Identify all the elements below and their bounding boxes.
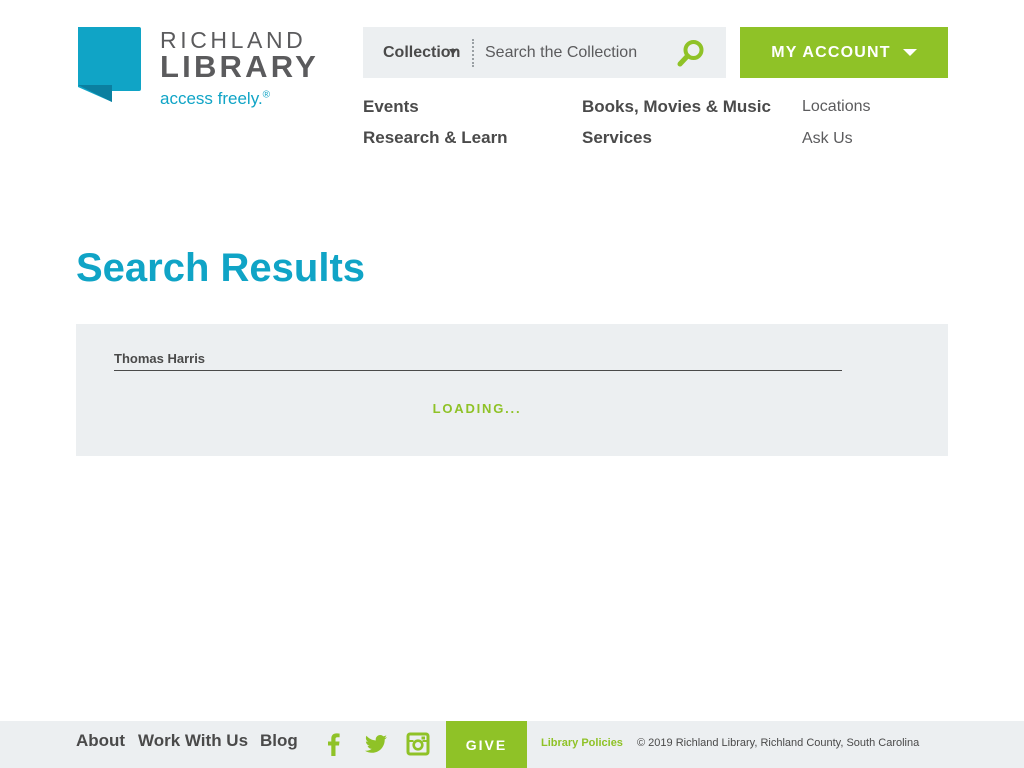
loading-status: LOADING... [432, 401, 522, 416]
twitter-icon[interactable] [364, 732, 388, 756]
facebook-glyph [328, 733, 340, 756]
caret-down-icon [902, 49, 917, 56]
search-button[interactable] [675, 37, 707, 69]
nav-services-link[interactable]: Services [582, 128, 652, 148]
give-button[interactable]: GIVE [446, 721, 527, 768]
nav-events-link[interactable]: Events [363, 97, 419, 117]
twitter-glyph [365, 735, 387, 753]
logo-text-library: LIBRARY [160, 49, 320, 84]
footer-blog-link[interactable]: Blog [260, 731, 298, 751]
instagram-glyph [406, 732, 430, 756]
nav-research-learn-link[interactable]: Research & Learn [363, 128, 508, 148]
copyright-text: © 2019 Richland Library, Richland County… [637, 737, 920, 749]
nav-books-movies-music-link[interactable]: Books, Movies & Music [582, 97, 771, 117]
footer-about-link[interactable]: About [76, 731, 125, 751]
search-input[interactable] [485, 37, 665, 68]
footer-work-with-us-link[interactable]: Work With Us [138, 731, 248, 751]
nav-locations-link[interactable]: Locations [802, 98, 871, 116]
my-account-button[interactable]: MY ACCOUNT [740, 27, 948, 78]
page-title: Search Results [76, 246, 366, 290]
search-icon [677, 40, 704, 67]
caret-down-icon [449, 49, 457, 55]
query-underline [114, 370, 842, 371]
collection-search-bar: Collection [363, 27, 726, 78]
facebook-icon[interactable] [322, 732, 346, 756]
registered-mark: ® [262, 89, 271, 101]
search-query-text: Thomas Harris [114, 351, 206, 366]
nav-ask-us-link[interactable]: Ask Us [802, 130, 853, 148]
search-divider [472, 39, 474, 67]
instagram-icon[interactable] [406, 732, 430, 756]
tagline-text: access freely. [160, 89, 263, 108]
my-account-label: MY ACCOUNT [771, 43, 891, 61]
logo-home-link[interactable]: RICHLAND LIBRARY access freely.® [76, 27, 326, 117]
collection-dropdown[interactable]: Collection [363, 27, 471, 78]
library-logo-mark-icon [78, 27, 141, 102]
search-results-panel: Thomas Harris LOADING... [76, 324, 948, 456]
library-policies-link[interactable]: Library Policies [541, 737, 623, 749]
logo-tagline: access freely.® [160, 89, 270, 109]
site-footer: About Work With Us Blog GIVE Library Pol… [0, 721, 1024, 768]
